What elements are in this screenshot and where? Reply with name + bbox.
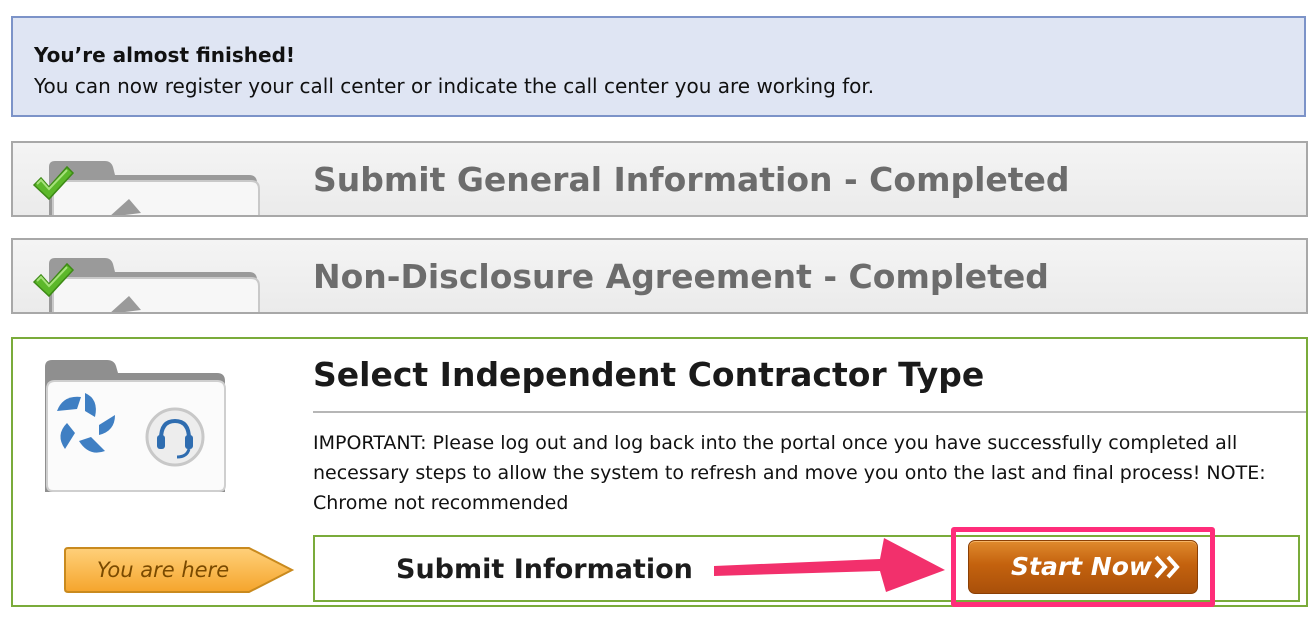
double-chevron-right-icon — [1154, 555, 1180, 579]
check-icon — [32, 165, 75, 201]
check-icon — [32, 262, 75, 298]
start-now-button[interactable]: Start Now — [968, 540, 1198, 594]
active-step-title: Select Independent Contractor Type — [313, 355, 985, 394]
notice-text: You can now register your call center or… — [34, 74, 875, 98]
notice-banner: You’re almost finished! You can now regi… — [11, 16, 1306, 117]
you-are-here-label: You are here — [96, 558, 230, 582]
divider — [313, 411, 1306, 413]
notice-title: You’re almost finished! — [34, 43, 296, 67]
start-now-label: Start Now — [1011, 552, 1153, 581]
folder-headset-icon — [45, 360, 226, 492]
step-title: Submit General Information - Completed — [313, 160, 1070, 199]
submit-information-label: Submit Information — [396, 554, 693, 585]
folder-icon — [49, 161, 260, 215]
step-title: Non-Disclosure Agreement - Completed — [313, 257, 1049, 296]
step-non-disclosure-agreement[interactable]: Non-Disclosure Agreement - Completed — [11, 238, 1308, 314]
folder-icon — [49, 258, 260, 312]
important-note: IMPORTANT: Please log out and log back i… — [313, 432, 1266, 514]
step-general-information[interactable]: Submit General Information - Completed — [11, 141, 1308, 217]
